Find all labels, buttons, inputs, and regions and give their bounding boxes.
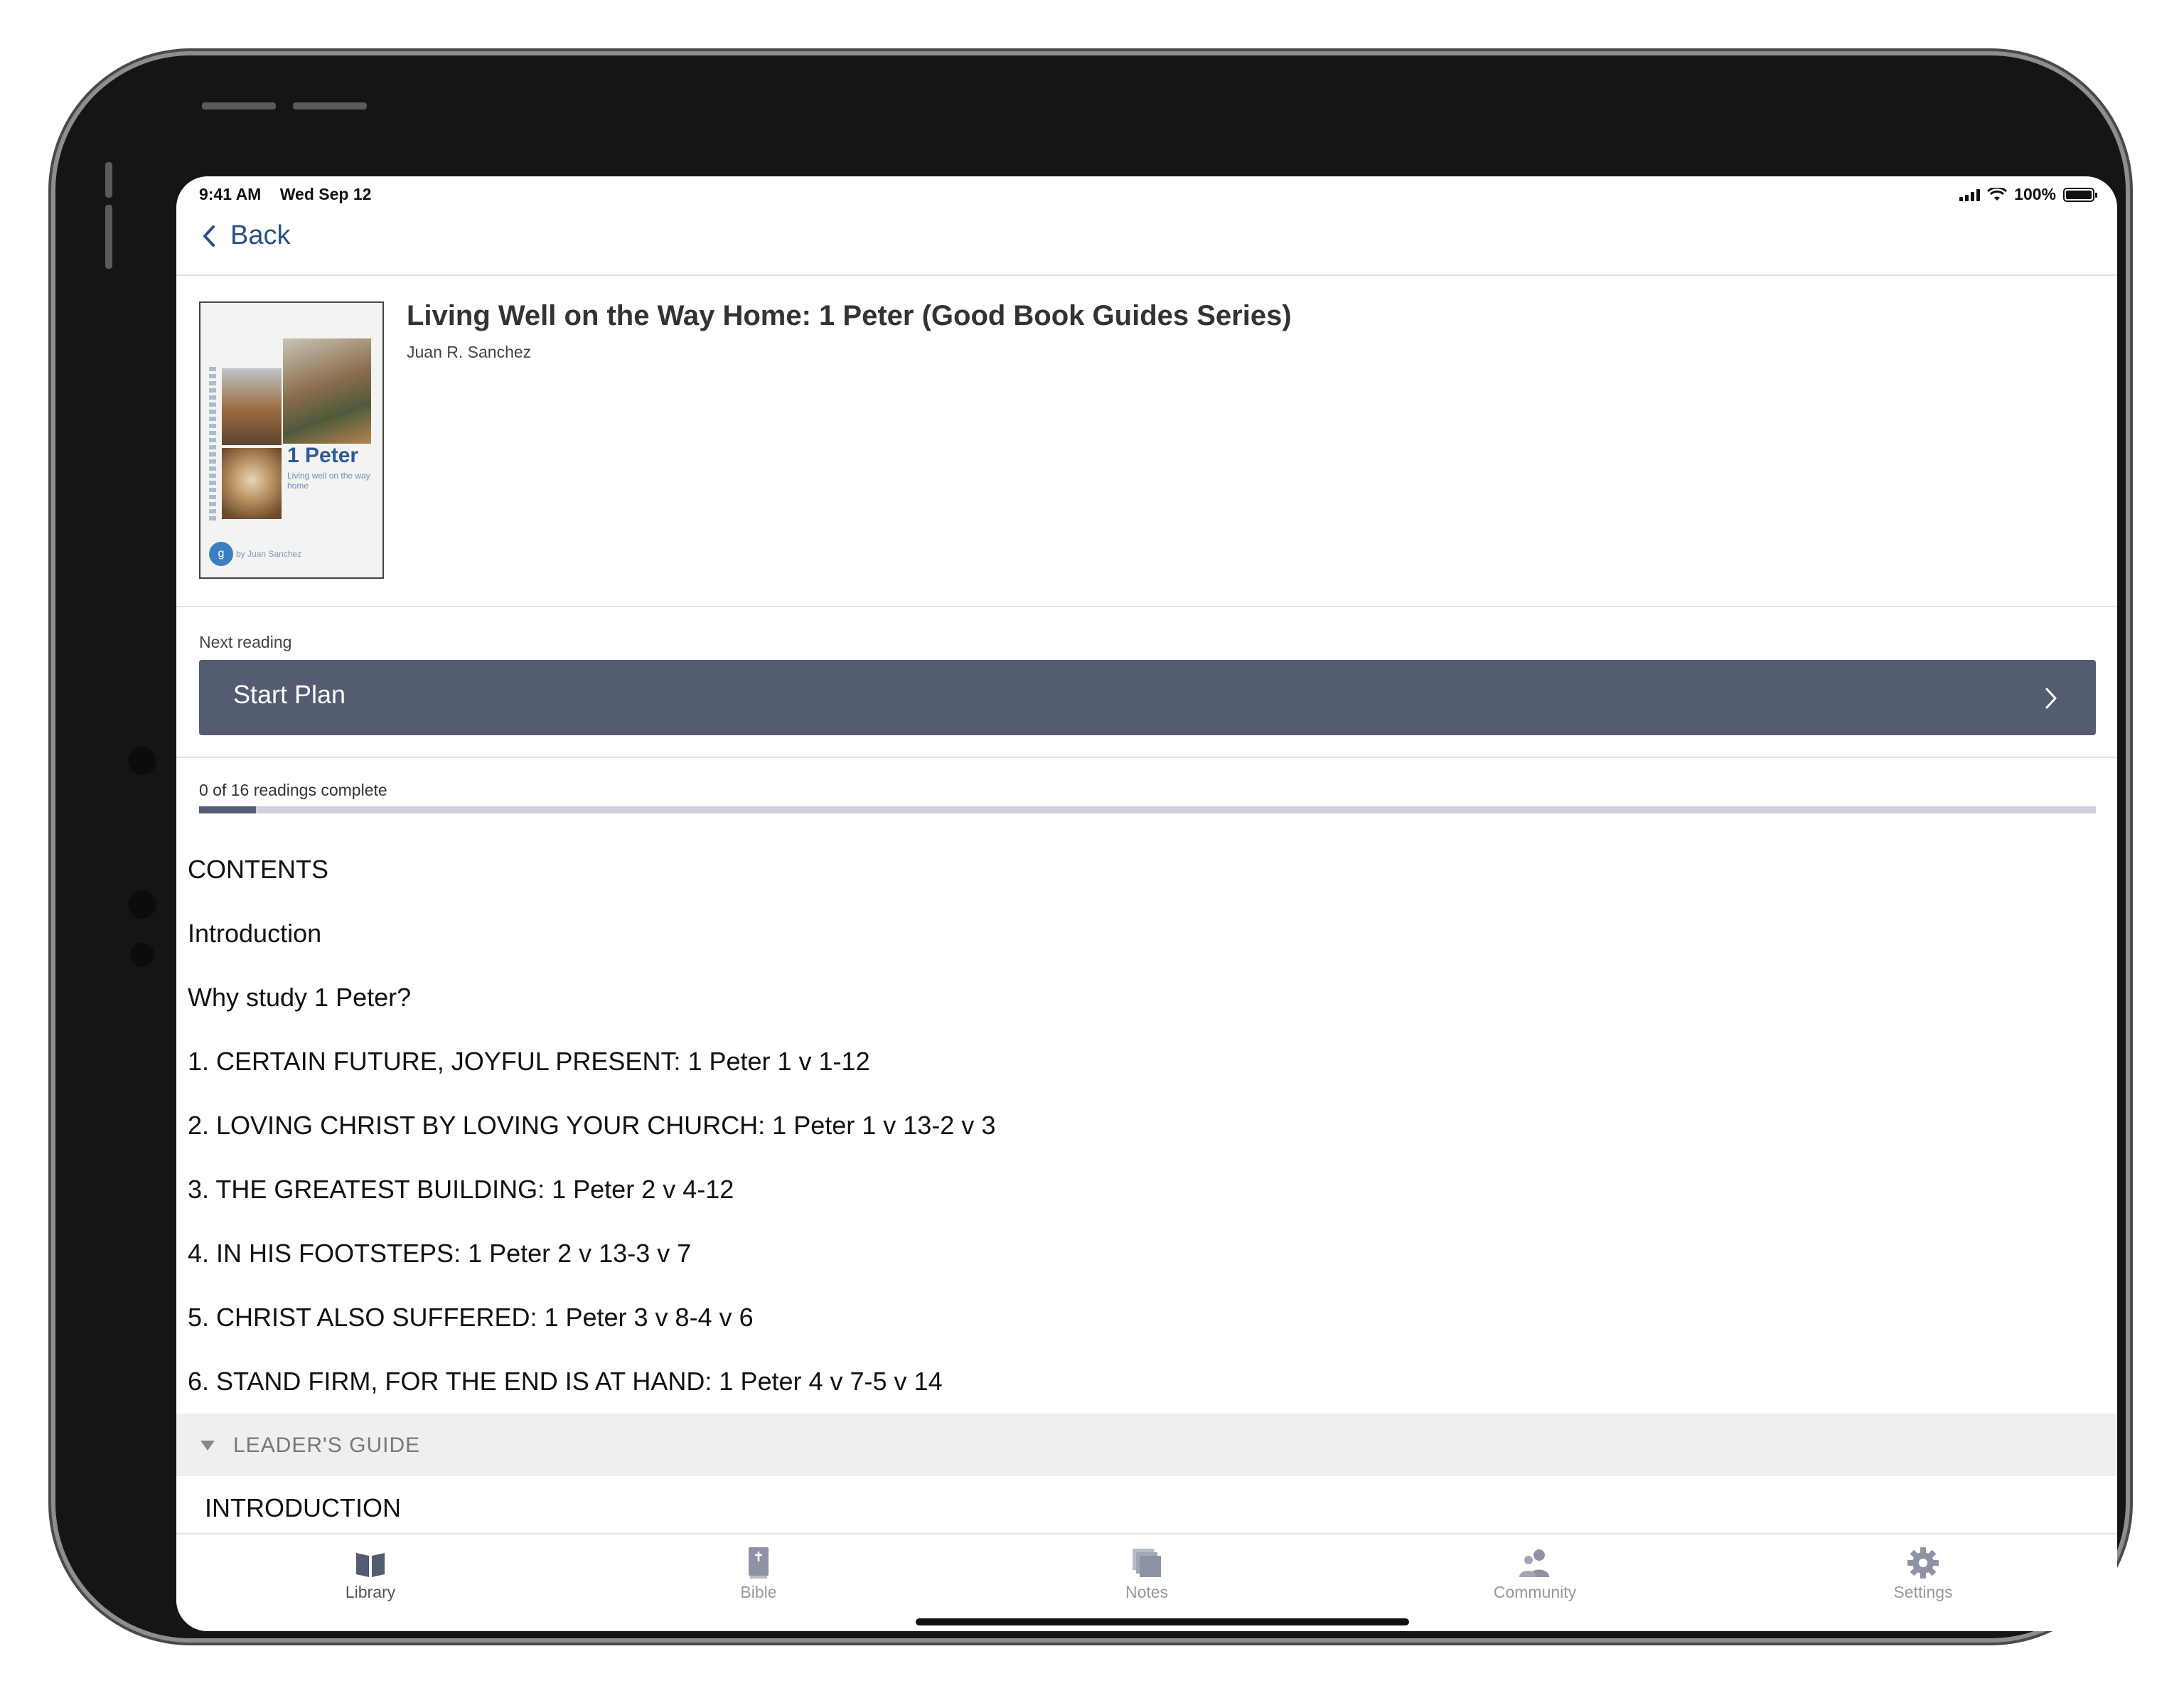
contents-item[interactable]: 4. IN HIS FOOTSTEPS: 1 Peter 2 v 13-3 v … — [188, 1236, 2036, 1300]
tab-settings[interactable]: Settings — [1729, 1534, 2117, 1606]
contents-list: CONTENTS Introduction Why study 1 Peter? 1.… — [188, 852, 2036, 1428]
contents-heading: CONTENTS — [188, 855, 328, 884]
power-button — [105, 162, 112, 198]
leaders-guide-header[interactable]: LEADER'S GUIDE — [176, 1414, 2117, 1476]
back-label: Back — [230, 220, 291, 250]
volume-button — [293, 102, 367, 110]
book-author: Juan R. Sanchez — [407, 343, 532, 361]
header-divider — [176, 274, 2117, 276]
section-divider — [176, 606, 2117, 607]
section-divider — [176, 757, 2117, 758]
battery-percent: 100% — [2014, 185, 2056, 203]
contents-item[interactable]: 3. THE GREATEST BUILDING: 1 Peter 2 v 4-… — [188, 1172, 2036, 1236]
progress-text: 0 of 16 readings complete — [199, 781, 387, 799]
tab-bar: Library Bible Notes Community Settings — [176, 1533, 2117, 1631]
cover-compass-image — [222, 448, 282, 519]
tab-bible[interactable]: Bible — [564, 1534, 953, 1606]
progress-bar-fill — [199, 806, 257, 813]
wifi-icon — [1987, 187, 2008, 201]
side-button — [105, 205, 112, 269]
contents-item[interactable]: 5. CHRIST ALSO SUFFERED: 1 Peter 3 v 8-4… — [188, 1300, 2036, 1364]
disclosure-triangle-icon — [200, 1441, 215, 1451]
publisher-logo: g — [209, 542, 233, 566]
camera-dot — [128, 747, 156, 775]
bible-icon — [749, 1547, 769, 1579]
contents-item[interactable]: Why study 1 Peter? — [188, 980, 2036, 1044]
contents-item[interactable]: 1. CERTAIN FUTURE, JOYFUL PRESENT: 1 Pet… — [188, 1044, 2036, 1108]
volume-button — [202, 102, 276, 110]
tab-community[interactable]: Community — [1341, 1534, 1729, 1606]
status-bar: 9:41 AM Wed Sep 12 — [199, 185, 385, 213]
status-time: 9:41 AM — [199, 185, 262, 203]
cellular-signal-icon — [1959, 188, 1981, 201]
cover-spine-text — [209, 367, 216, 523]
contents-item[interactable]: Introduction — [188, 916, 2036, 980]
book-icon — [356, 1553, 385, 1577]
battery-icon — [2063, 187, 2097, 202]
book-cover: 1 Peter Living well on the way home g by… — [199, 301, 384, 579]
tab-label: Notes — [1125, 1583, 1169, 1601]
app-screen: 9:41 AM Wed Sep 12 100% Back 1 Peter Liv… — [176, 176, 2117, 1631]
start-plan-button[interactable]: Start Plan — [199, 660, 2096, 735]
book-title: Living Well on the Way Home: 1 Peter (Go… — [407, 300, 1292, 331]
cover-title: 1 Peter — [287, 444, 359, 467]
people-icon — [1519, 1549, 1549, 1577]
chevron-right-icon — [2045, 688, 2057, 709]
cover-subtitle: Living well on the way home — [287, 471, 370, 491]
sensor-dot — [130, 943, 154, 967]
tab-label: Community — [1493, 1583, 1577, 1601]
back-button[interactable]: Back — [202, 220, 290, 251]
cover-author: by Juan Sanchez — [236, 549, 302, 559]
gear-icon — [1907, 1547, 1939, 1579]
progress-bar — [199, 806, 2096, 813]
tab-notes[interactable]: Notes — [953, 1534, 1341, 1606]
cover-road-image — [222, 368, 282, 445]
start-plan-label: Start Plan — [233, 680, 346, 709]
contents-item[interactable]: 2. LOVING CHRIST BY LOVING YOUR CHURCH: … — [188, 1108, 2036, 1172]
sensor-dot — [128, 890, 156, 919]
chevron-left-icon — [203, 225, 215, 247]
leaders-guide-label: LEADER'S GUIDE — [233, 1433, 421, 1457]
tab-label: Settings — [1893, 1583, 1953, 1601]
ipad-frame: 9:41 AM Wed Sep 12 100% Back 1 Peter Liv… — [55, 55, 2126, 1638]
tab-label: Bible — [740, 1583, 777, 1601]
leaders-guide-introduction[interactable]: INTRODUCTION — [205, 1493, 401, 1523]
tab-library[interactable]: Library — [176, 1534, 564, 1606]
home-indicator — [916, 1618, 1409, 1625]
status-date: Wed Sep 12 — [279, 185, 372, 203]
tab-label: Library — [345, 1583, 396, 1601]
status-indicators: 100% — [1959, 185, 2097, 204]
next-reading-label: Next reading — [199, 633, 292, 651]
notes-icon — [1133, 1549, 1161, 1577]
cover-landscape-image — [283, 338, 371, 444]
